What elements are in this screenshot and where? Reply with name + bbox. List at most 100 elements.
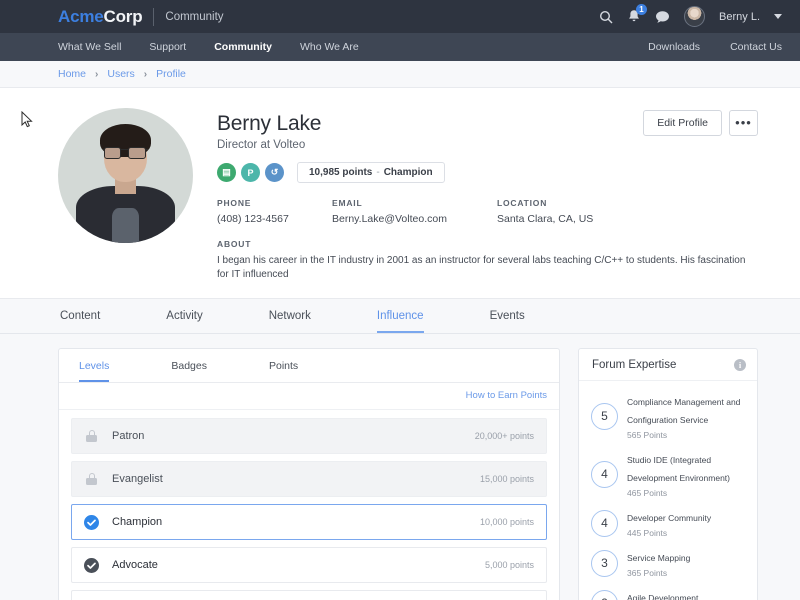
expertise-text: Developer Community 445 Points xyxy=(627,508,711,538)
how-to-earn-points-link[interactable]: How to Earn Points xyxy=(466,390,547,401)
nav-item-contact-us[interactable]: Contact Us xyxy=(730,41,782,53)
expertise-level-badge: 4 xyxy=(591,509,618,537)
list-item[interactable]: 4 Studio IDE (Integrated Development Env… xyxy=(591,445,746,503)
nav-item-what-we-sell[interactable]: What We Sell xyxy=(58,41,121,53)
notification-count-badge: 1 xyxy=(636,4,648,15)
about-text: I began his career in the IT industry in… xyxy=(217,255,746,280)
points-rank-separator: - xyxy=(376,167,380,178)
breadcrumb: Home › Users › Profile xyxy=(0,61,800,88)
expertise-name: Agile Development xyxy=(627,593,699,600)
info-icon[interactable]: i xyxy=(734,359,746,371)
about-label: ABOUT xyxy=(217,239,252,249)
list-item[interactable]: Citizen 4,000 points xyxy=(71,590,547,600)
level-name: Advocate xyxy=(112,559,158,571)
breadcrumb-separator-icon: › xyxy=(143,68,148,80)
forum-expertise-title: Forum Expertise xyxy=(592,359,677,371)
brand-secondary-text: Corp xyxy=(103,6,143,26)
sidebar-column: Forum Expertise i 5 Compliance Managemen… xyxy=(578,348,758,600)
list-item[interactable]: 5 Compliance Management and Configuratio… xyxy=(591,387,746,445)
rank-value: Champion xyxy=(383,167,433,178)
expertise-text: Service Mapping 365 Points xyxy=(627,548,690,578)
breadcrumb-item-home[interactable]: Home xyxy=(58,68,86,80)
cycle-badge-icon[interactable]: ↺ xyxy=(265,163,284,182)
header-user-name[interactable]: Berny L. xyxy=(719,11,760,23)
list-item[interactable]: Champion 10,000 points xyxy=(71,504,547,540)
level-name: Champion xyxy=(112,516,163,528)
lock-icon xyxy=(84,472,99,487)
expertise-points: 445 Points xyxy=(627,528,668,538)
influence-panel-column: Levels Badges Points How to Earn Points … xyxy=(58,348,560,600)
tab-network[interactable]: Network xyxy=(269,310,311,333)
avatar[interactable] xyxy=(684,6,706,27)
search-icon[interactable] xyxy=(599,10,613,24)
level-points: 20,000+ points xyxy=(474,431,534,441)
brand-subtitle: Community xyxy=(165,10,224,23)
nav-item-downloads[interactable]: Downloads xyxy=(648,41,700,53)
field-location: LOCATION Santa Clara, CA, US xyxy=(497,198,593,225)
expertise-points: 365 Points xyxy=(627,568,668,578)
p-badge-icon[interactable]: P xyxy=(241,163,260,182)
list-item[interactable]: Patron 20,000+ points xyxy=(71,418,547,454)
field-phone-value: (408) 123-4567 xyxy=(217,213,289,225)
level-points: 15,000 points xyxy=(479,474,534,484)
expertise-level-badge: 3 xyxy=(591,549,618,577)
nav-item-who-we-are[interactable]: Who We Are xyxy=(300,41,359,53)
chevron-down-icon[interactable] xyxy=(774,14,782,19)
header-actions: 1 Berny L. xyxy=(599,4,782,27)
field-email: EMAIL Berny.Lake@Volteo.com xyxy=(332,198,497,225)
top-header-bar: Acme Corp Community 1 Berny L. xyxy=(0,0,800,33)
tab-activity[interactable]: Activity xyxy=(166,310,202,333)
subtab-points[interactable]: Points xyxy=(269,360,298,382)
subtab-badges[interactable]: Badges xyxy=(171,360,207,382)
levels-list: Patron 20,000+ points Evangelist 15,000 … xyxy=(59,410,559,600)
brand-logo[interactable]: Acme Corp Community xyxy=(58,7,224,27)
level-name: Evangelist xyxy=(112,473,163,485)
list-item[interactable]: Evangelist 15,000 points xyxy=(71,461,547,497)
expertise-text: Agile Development 265 Points xyxy=(627,588,698,600)
field-phone: PHONE (408) 123-4567 xyxy=(217,198,332,225)
field-email-label: EMAIL xyxy=(332,198,363,208)
subtab-levels[interactable]: Levels xyxy=(79,360,110,382)
tab-content[interactable]: Content xyxy=(60,310,100,333)
more-options-button[interactable]: ••• xyxy=(729,110,758,136)
nav-item-community[interactable]: Community xyxy=(214,41,272,53)
list-item[interactable]: 4 Developer Community 445 Points xyxy=(591,503,746,543)
messages-chat-icon[interactable] xyxy=(655,10,670,24)
about-section: ABOUT I began his career in the IT indus… xyxy=(217,239,758,282)
secondary-nav: What We Sell Support Community Who We Ar… xyxy=(0,33,800,61)
forum-expertise-panel: Forum Expertise i 5 Compliance Managemen… xyxy=(578,348,758,600)
breadcrumb-separator-icon: › xyxy=(95,68,99,80)
field-email-value: Berny.Lake@Volteo.com xyxy=(332,213,447,225)
expertise-level-badge: 5 xyxy=(591,402,618,430)
profile-job-title: Director at Volteo xyxy=(217,139,306,151)
breadcrumb-item-users[interactable]: Users xyxy=(107,68,134,80)
notifications-bell-icon[interactable]: 1 xyxy=(627,4,648,24)
edit-profile-button[interactable]: Edit Profile xyxy=(643,110,722,136)
profile-tabs: Content Activity Network Influence Event… xyxy=(0,298,800,334)
breadcrumb-item-profile[interactable]: Profile xyxy=(156,68,186,80)
level-name: Patron xyxy=(112,430,145,442)
expertise-name: Developer Community xyxy=(627,513,712,523)
earn-points-row: How to Earn Points xyxy=(59,383,559,410)
expertise-text: Compliance Management and Configuration … xyxy=(627,392,746,440)
tab-events[interactable]: Events xyxy=(490,310,525,333)
tab-influence[interactable]: Influence xyxy=(376,310,424,333)
expertise-points: 565 Points xyxy=(627,430,668,440)
expertise-text: Studio IDE (Integrated Development Envir… xyxy=(627,450,746,498)
expertise-name: Compliance Management and Configuration … xyxy=(627,397,741,425)
list-item[interactable]: 2 Agile Development 265 Points xyxy=(591,583,746,600)
field-phone-label: PHONE xyxy=(217,198,252,208)
expertise-level-badge: 4 xyxy=(591,460,618,488)
brand-primary-text: Acme xyxy=(58,6,104,26)
report-badge-icon[interactable]: ▤ xyxy=(217,163,236,182)
expertise-level-badge: 2 xyxy=(591,589,618,600)
level-points: 10,000 points xyxy=(479,517,534,527)
field-location-label: LOCATION xyxy=(497,198,548,208)
contact-fields: PHONE (408) 123-4567 EMAIL Berny.Lake@Vo… xyxy=(217,198,758,225)
main-content: Levels Badges Points How to Earn Points … xyxy=(0,334,800,600)
forum-expertise-list: 5 Compliance Management and Configuratio… xyxy=(579,381,757,600)
list-item[interactable]: 3 Service Mapping 365 Points xyxy=(591,543,746,583)
list-item[interactable]: Advocate 5,000 points xyxy=(71,547,547,583)
nav-item-support[interactable]: Support xyxy=(149,41,186,53)
lock-icon xyxy=(84,429,99,444)
